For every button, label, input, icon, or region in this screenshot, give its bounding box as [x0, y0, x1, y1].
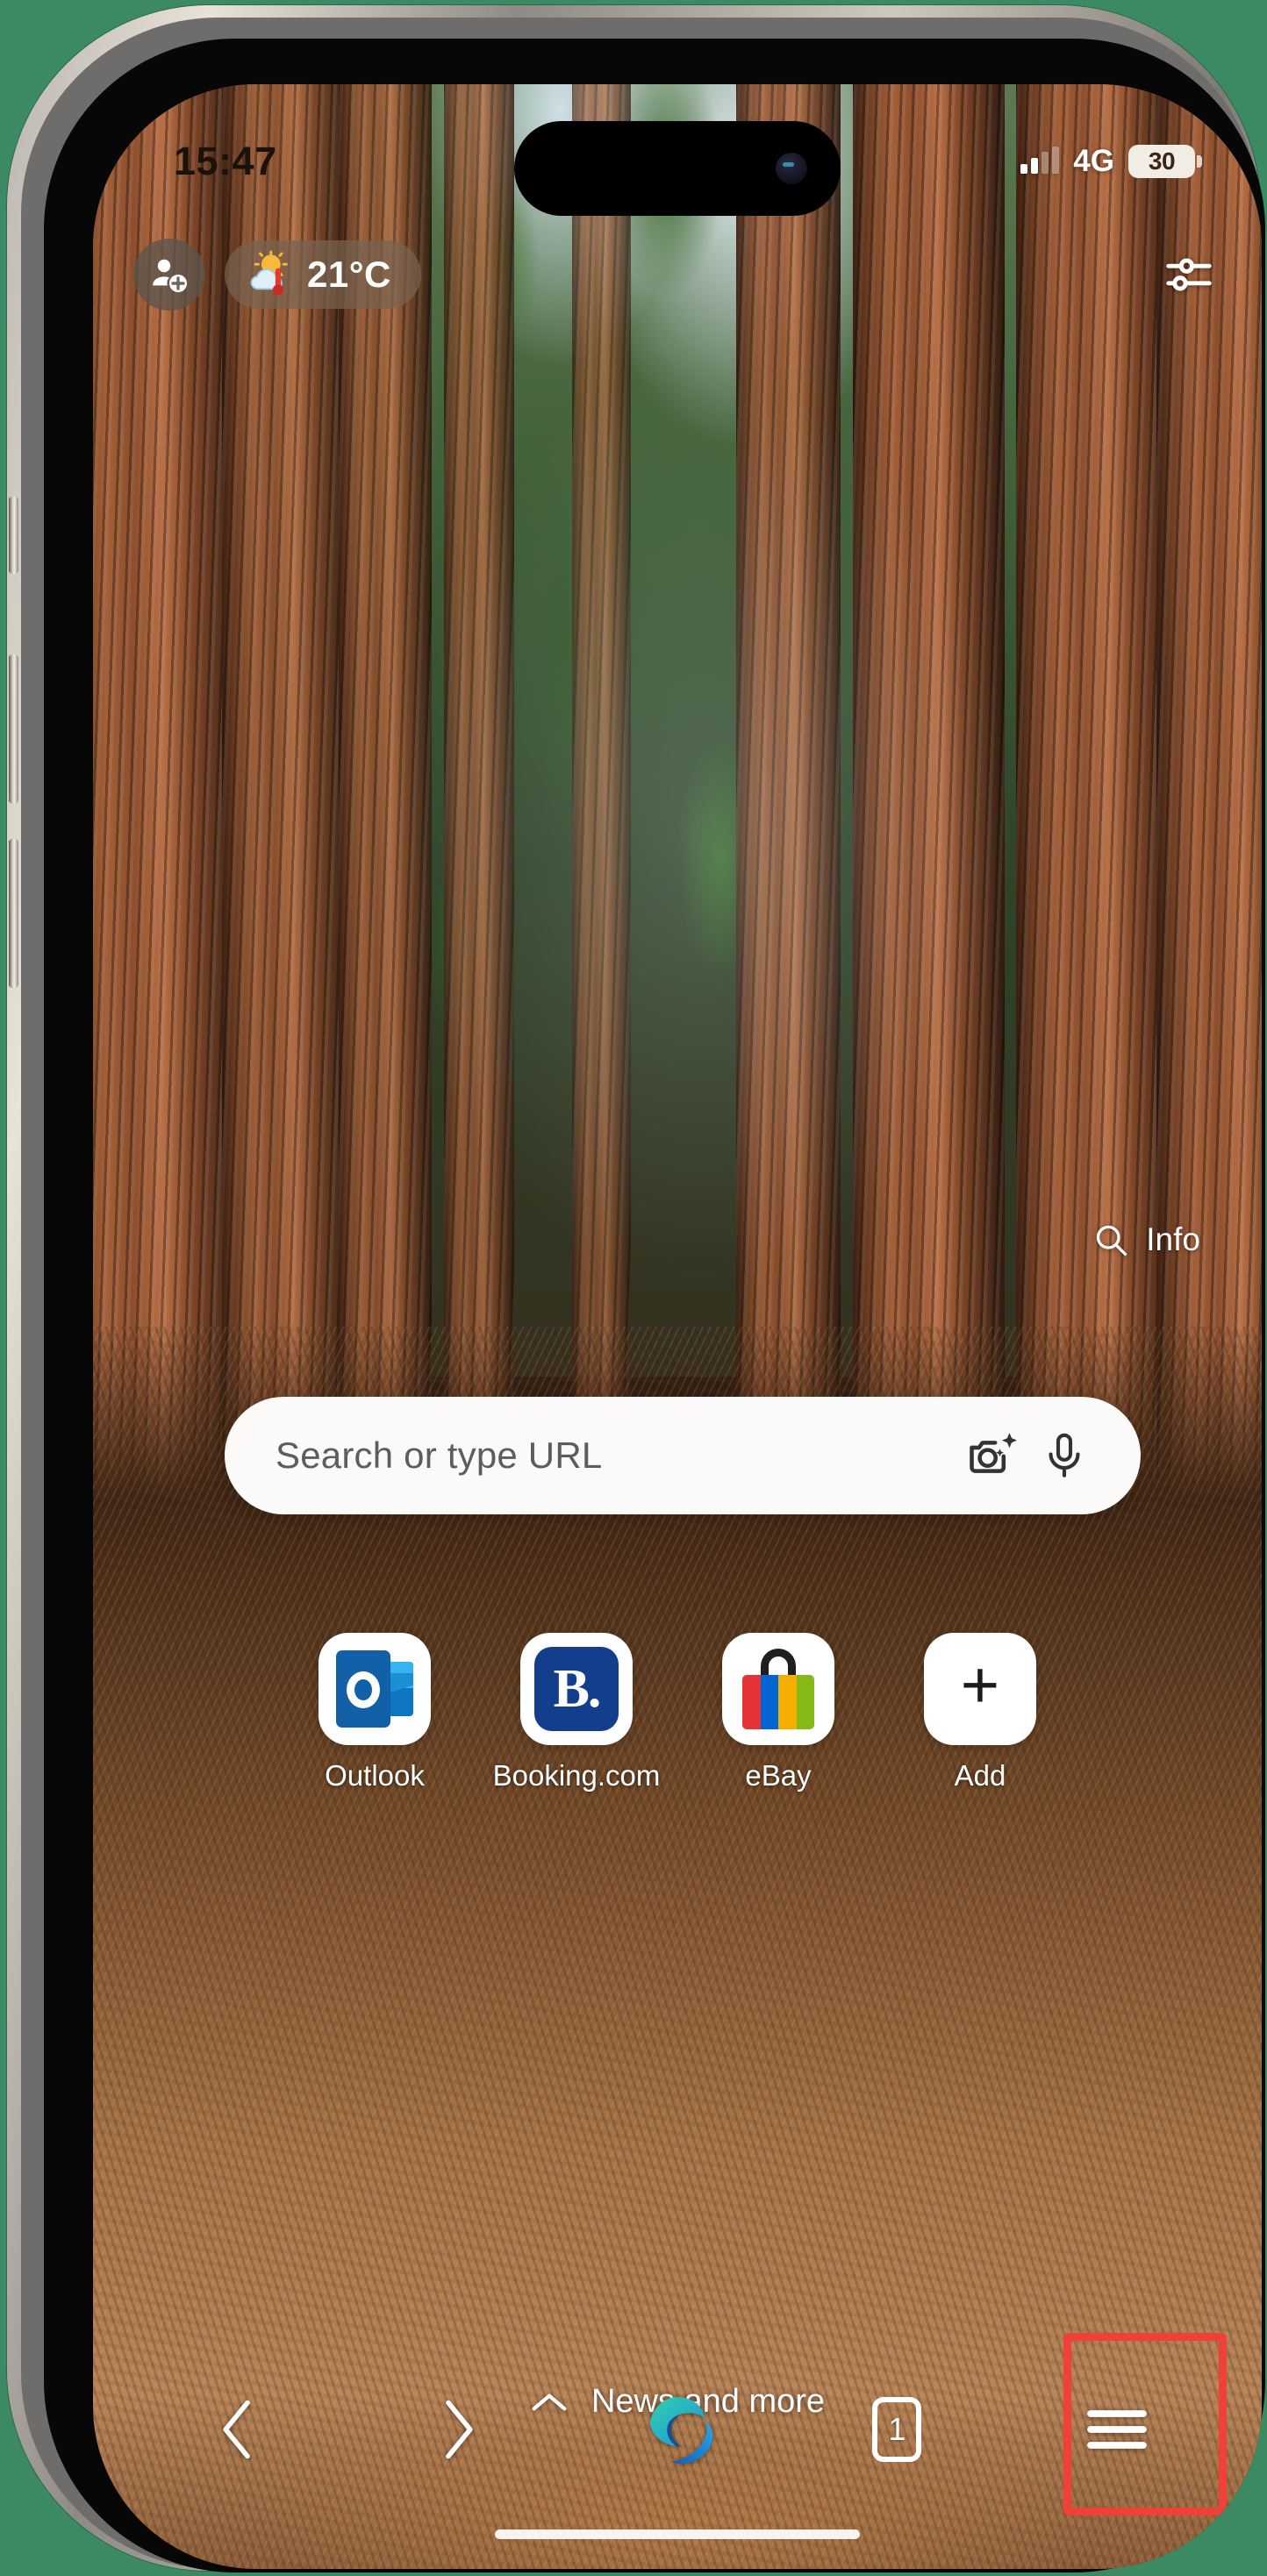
- chevron-right-icon: [445, 2400, 473, 2459]
- booking-com-icon: B.: [520, 1633, 633, 1745]
- shortcut-label: Add: [954, 1759, 1006, 1792]
- tab-count-label: 1: [888, 2411, 906, 2447]
- browser-wallpaper: [93, 84, 1262, 2569]
- hamburger-menu-glyph: [1086, 2410, 1147, 2449]
- search-input[interactable]: Search or type URL: [276, 1435, 956, 1477]
- plus-glyph: +: [960, 1648, 1000, 1722]
- camera-lens-sparkle-icon[interactable]: [956, 1420, 1028, 1492]
- shortcut-booking-com[interactable]: B. Booking.com: [493, 1633, 660, 1792]
- add-profile-icon[interactable]: [133, 239, 205, 311]
- tabs-button[interactable]: 1: [835, 2377, 958, 2482]
- network-type-label: 4G: [1073, 144, 1114, 178]
- volume-up-button[interactable]: [9, 655, 18, 804]
- weather-widget[interactable]: 21°C: [225, 240, 421, 309]
- status-bar-time: 15:47: [174, 139, 277, 183]
- mute-switch[interactable]: [9, 497, 18, 574]
- outlook-icon: [319, 1633, 431, 1745]
- outlook-glyph: [336, 1650, 413, 1728]
- wallpaper-info-row[interactable]: Info: [1092, 1220, 1200, 1259]
- add-profile-glyph: [153, 259, 187, 292]
- shortcut-label: eBay: [745, 1759, 812, 1792]
- edge-logo-icon: [649, 2397, 713, 2464]
- dynamic-island: [514, 121, 841, 216]
- ebay-shopping-bag-icon: [722, 1633, 834, 1745]
- shortcut-outlook[interactable]: Outlook: [304, 1633, 445, 1792]
- sun-cloud-thermometer-icon: [250, 250, 288, 296]
- hamburger-menu-icon[interactable]: [1056, 2377, 1178, 2482]
- tab-counter-icon: 1: [872, 2397, 922, 2462]
- tune-sliders-icon[interactable]: [1156, 242, 1221, 307]
- battery-level-label: 30: [1148, 147, 1176, 175]
- chevron-left-icon: [223, 2400, 251, 2459]
- shortcut-tiles: Outlook B. Booking.com eBay + Add: [93, 1633, 1262, 1792]
- forward-button[interactable]: [397, 2377, 519, 2482]
- search-bar[interactable]: Search or type URL: [225, 1397, 1141, 1514]
- plus-icon: +: [924, 1633, 1036, 1745]
- home-indicator[interactable]: [495, 2529, 860, 2539]
- booking-com-letter: B.: [553, 1658, 602, 1719]
- cellular-signal-icon: [1020, 147, 1060, 174]
- front-camera-icon: [776, 153, 807, 184]
- battery-icon: 30: [1128, 145, 1202, 178]
- search-magnifier-icon: [1097, 1225, 1127, 1256]
- ebay-shopping-bag-glyph: [742, 1649, 814, 1729]
- camera-lens-sparkle-glyph: [970, 1433, 1017, 1473]
- phone-frame-inner: 15:47 4G 30 21°C Info Search or type URL…: [21, 18, 1265, 2572]
- shortcut-ebay[interactable]: eBay: [708, 1633, 848, 1792]
- microphone-glyph: [1049, 1433, 1080, 1478]
- home-button[interactable]: [616, 2377, 739, 2482]
- weather-temperature: 21°C: [307, 254, 391, 295]
- info-label: Info: [1146, 1221, 1200, 1257]
- phone-frame: 15:47 4G 30 21°C Info Search or type URL…: [7, 5, 1265, 2572]
- volume-down-button[interactable]: [9, 839, 18, 988]
- booking-com-glyph: B.: [534, 1647, 619, 1731]
- browser-top-bar: 21°C: [93, 239, 1262, 311]
- shortcut-add[interactable]: + Add: [910, 1633, 1050, 1792]
- phone-bezel: 15:47 4G 30 21°C Info Search or type URL…: [44, 39, 1265, 2572]
- browser-bottom-nav: 1: [93, 2364, 1262, 2495]
- back-button[interactable]: [176, 2377, 299, 2482]
- shortcut-label: Booking.com: [492, 1759, 661, 1792]
- microphone-icon[interactable]: [1028, 1420, 1100, 1492]
- tune-sliders-glyph: [1166, 258, 1212, 291]
- phone-screen: 15:47 4G 30 21°C Info Search or type URL…: [93, 84, 1262, 2569]
- shortcut-label: Outlook: [325, 1759, 425, 1792]
- screenshot-stage: 15:47 4G 30 21°C Info Search or type URL…: [0, 0, 1267, 2576]
